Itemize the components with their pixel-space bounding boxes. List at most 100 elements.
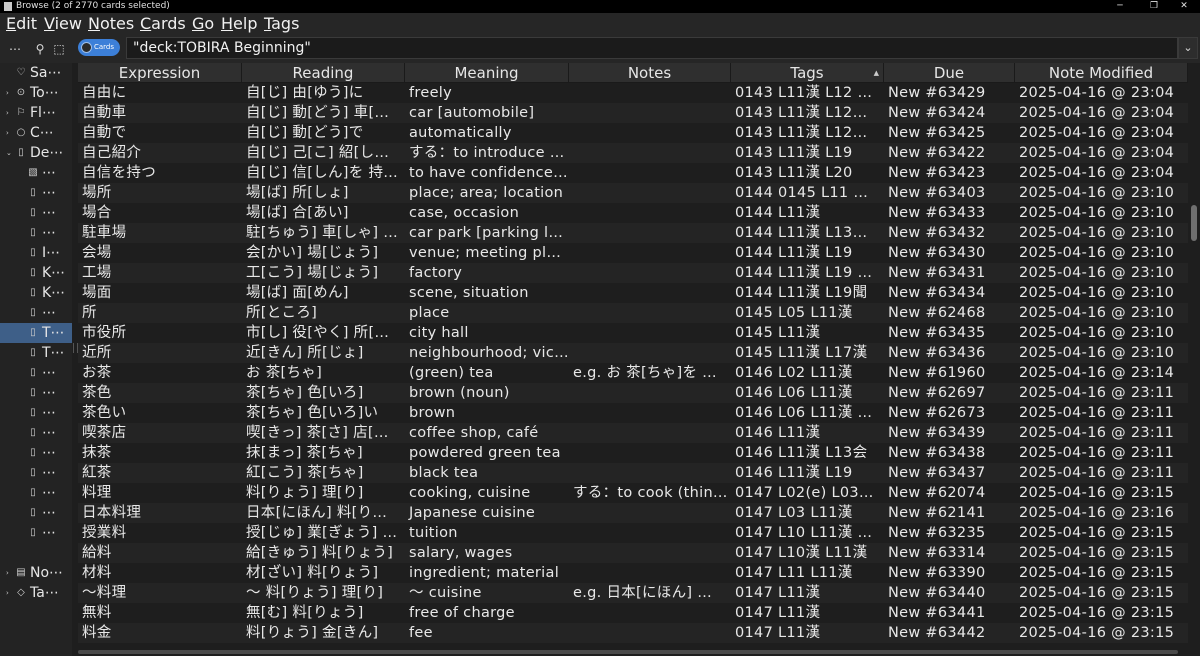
table-row[interactable]: 駐車場 駐[ちゅう] 車[しゃ] … car park [parking l… 014… [78,223,1188,243]
cell-due: New #63425 [888,125,986,141]
sidebar-item[interactable]: ▯ T⋯ [0,323,72,343]
sidebar-item[interactable]: ▯ ⋯ [0,203,72,223]
table-row[interactable]: 茶色い 茶[ちゃ] 色[いろ]い brown 0146 L06 L11漢 … New #… [78,403,1188,423]
table-row[interactable]: 場所 場[ば] 所[しょ] place; area; location 0144 01… [78,183,1188,203]
search-history-dropdown[interactable]: ⌄ [1178,37,1198,59]
table-row[interactable]: 場合 場[ば] 合[あい] case, occasion 0144 L11漢 New #… [78,203,1188,223]
cell-note-modified: 2025-04-16 @ 23:10 [1019,205,1175,221]
menu-view[interactable]: View [44,13,82,35]
table-row[interactable]: 喫茶店 喫[きっ] 茶[さ] 店[… coffee shop, café 0146 L… [78,423,1188,443]
sidebar-item[interactable]: › ◇ Ta⋯ [0,583,72,603]
column-header-tags[interactable]: Tags ▲ [731,63,884,83]
table-row[interactable]: 材料 材[ざい] 料[りょう] ingredient; material 0147 L… [78,563,1188,583]
column-header-notes[interactable]: Notes [569,63,731,83]
cell-expression: ～料理 [82,585,127,601]
maximize-button[interactable]: ❐ [1138,0,1170,13]
table-row[interactable]: 場面 場[ば] 面[めん] scene, situation 0144 L11漢 L1… [78,283,1188,303]
deck-icon: ▯ [30,447,36,458]
menu-help[interactable]: Help [221,13,257,35]
collapse-arrow-icon[interactable]: › [6,123,14,143]
table-row[interactable]: 工場 工[こう] 場[じょう] factory 0144 L11漢 L19 … New … [78,263,1188,283]
table-row[interactable]: 近所 近[きん] 所[じょ] neighbourhood; vici… 0145 L1… [78,343,1188,363]
cards-notes-toggle[interactable]: Cards [78,39,120,56]
sidebar-item[interactable]: ▯ I⋯ [0,243,72,263]
table-row[interactable]: 無料 無[む] 料[りょう] free of charge 0147 L11漢 New … [78,603,1188,623]
table-row[interactable]: 紅茶 紅[こう] 茶[ちゃ] black tea 0146 L11漢 L19 New #… [78,463,1188,483]
sidebar-item[interactable]: ▯ ⋯ [0,223,72,243]
menu-go[interactable]: Go [192,13,214,35]
deck-icon: ▯ [30,307,36,318]
minimize-button[interactable]: ─ [1104,0,1136,13]
sidebar-item[interactable]: ▯ ⋯ [0,483,72,503]
column-header-meaning[interactable]: Meaning [405,63,569,83]
table-row[interactable]: 自動車 自[じ] 動[どう] 車[… car [automobile] 0143 L1… [78,103,1188,123]
table-row[interactable]: 給料 給[きゅう] 料[りょう] salary, wages 0147 L10漢 L1… [78,543,1188,563]
sidebar-item[interactable]: ⌄ ▯ De⋯ [0,143,72,163]
table-row[interactable]: 料金 料[りょう] 金[きん] fee 0147 L11漢 New #63442 2025… [78,623,1188,643]
collapse-arrow-icon[interactable]: › [6,83,14,103]
menu-edit[interactable]: Edit [6,13,37,35]
sidebar-item[interactable]: ▯ ⋯ [0,423,72,443]
collapse-arrow-icon[interactable]: › [6,103,14,123]
table-row[interactable]: 茶色 茶[ちゃ] 色[いろ] brown (noun) 0146 L06 L11漢 Ne… [78,383,1188,403]
cell-notes [569,83,731,103]
table-row[interactable]: 授業料 授[じゅ] 業[ぎょう] … tuition 0147 L10 L11漢 … N… [78,523,1188,543]
menu-notes[interactable]: Notes [88,13,134,35]
sidebar-item[interactable]: › ▤ No⋯ [0,563,72,583]
sidebar-item[interactable]: ▯ K⋯ [0,283,72,303]
horizontal-scrollbar[interactable] [78,648,1188,656]
column-header-expression[interactable]: Expression [78,63,242,83]
sidebar-item[interactable]: › ⊙ To⋯ [0,83,72,103]
close-button[interactable]: ✕ [1168,0,1200,13]
collapse-arrow-icon[interactable]: › [6,563,14,583]
sidebar-item[interactable] [0,543,72,563]
cell-notes: e.g. 日本[にほん] … [573,585,713,601]
sidebar-item[interactable]: ▯ ⋯ [0,303,72,323]
sidebar-item[interactable]: ▯ ⋯ [0,363,72,383]
table-row[interactable]: ～料理 ～ 料[りょう] 理[り] ～ cuisine e.g. 日本[にほん] … 0… [78,583,1188,603]
expand-arrow-icon[interactable]: ⌄ [6,143,14,163]
deck-icon: ▯ [30,387,36,398]
sidebar-item[interactable]: › ⚐ Fl⋯ [0,103,72,123]
sidebar-item[interactable]: ▯ ⋯ [0,503,72,523]
table-row[interactable]: 日本料理 日本[にほん] 料[り… Japanese cuisine 0147 L03… [78,503,1188,523]
table-row[interactable]: 所 所[ところ] place 0145 L05 L11漢 New #62468 2025-… [78,303,1188,323]
sidebar-item[interactable]: ▯ K⋯ [0,263,72,283]
collapse-arrow-icon[interactable]: › [6,583,14,603]
menu-cards[interactable]: Cards [140,13,186,35]
column-header-reading[interactable]: Reading [242,63,405,83]
column-header-label: Note Modified [1048,64,1154,82]
table-row[interactable]: 自己紹介 自[じ] 己[こ] 紹[し… する：to introduce … 0143 … [78,143,1188,163]
search-icon[interactable]: ⚲ [32,39,48,59]
table-row[interactable]: 抹茶 抹[まっ] 茶[ちゃ] powdered green tea 0146 L11漢… [78,443,1188,463]
menu-tags[interactable]: Tags [264,13,299,35]
sidebar-item[interactable]: ▯ ⋯ [0,463,72,483]
table-row[interactable]: 自動で 自[じ] 動[どう]で automatically 0143 L11漢 L12… [78,123,1188,143]
sidebar-item[interactable]: ▧ ⋯ [0,163,72,183]
scrollbar-thumb[interactable] [78,650,1178,654]
more-icon[interactable]: ⋯ [4,39,26,59]
sidebar-item[interactable]: ▯ ⋯ [0,183,72,203]
sidebar-item[interactable]: ▯ ⋯ [0,523,72,543]
cell-meaning: neighbourhood; vici… [409,345,569,361]
sidebar-item-label: C⋯ [30,125,54,141]
sidebar-item[interactable]: ▯ ⋯ [0,443,72,463]
sidebar-item[interactable]: › ○ C⋯ [0,123,72,143]
table-row[interactable]: 市役所 市[し] 役[やく] 所[… city hall 0145 L11漢 New #… [78,323,1188,343]
scrollbar-thumb[interactable] [1191,205,1197,241]
column-header-note-modified[interactable]: Note Modified [1015,63,1188,83]
table-row[interactable]: 会場 会[かい] 場[じょう] venue; meeting place 0144 L… [78,243,1188,263]
table-row[interactable]: 自信を持つ 自[じ] 信[しん]を 持… to have confidence … 0… [78,163,1188,183]
cell-reading: 茶[ちゃ] 色[いろ] [246,385,364,401]
sidebar-item[interactable]: ▯ ⋯ [0,383,72,403]
select-icon[interactable]: ⬚ [51,39,67,59]
search-input[interactable]: "deck:TOBIRA Beginning" [126,37,1178,59]
table-row[interactable]: お茶 お 茶[ちゃ] (green) tea e.g. お 茶[ちゃ]を … 0146 … [78,363,1188,383]
column-header-due[interactable]: Due [884,63,1015,83]
vertical-scrollbar[interactable] [1188,63,1200,656]
table-row[interactable]: 自由に 自[じ] 由[ゆう]に freely 0143 L11漢 L12 … New #… [78,83,1188,103]
sidebar-item[interactable]: ♡ Sa⋯ [0,63,72,83]
table-row[interactable]: 料理 料[りょう] 理[り] cooking, cuisine する：to cook … [78,483,1188,503]
sidebar-item[interactable]: ▯ ⋯ [0,403,72,423]
sidebar-item[interactable]: ▯ T⋯ [0,343,72,363]
